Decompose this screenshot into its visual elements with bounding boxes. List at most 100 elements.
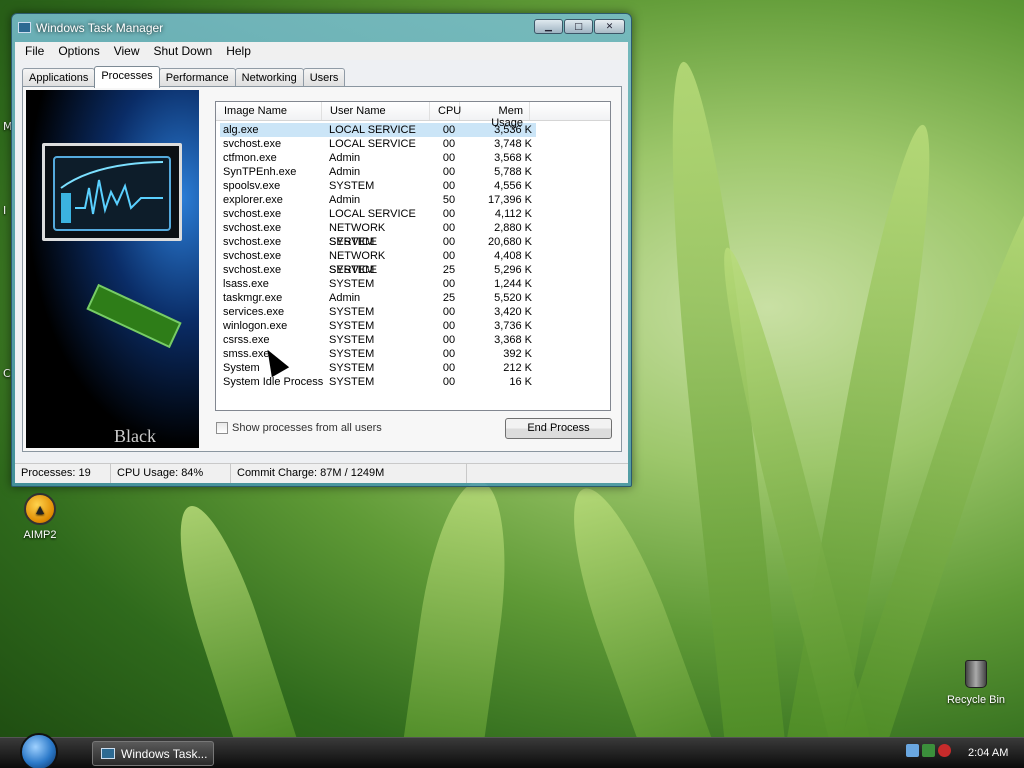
column-mem-usage[interactable]: Mem Usage (460, 102, 530, 129)
taskbar: Windows Task... 2:04 AM (0, 733, 1024, 768)
tab-performance[interactable]: Performance (158, 68, 236, 87)
security-icon[interactable] (922, 744, 935, 757)
ram-module-icon (86, 283, 182, 349)
menu-shut-down[interactable]: Shut Down (147, 42, 220, 60)
table-cell: SYSTEM (329, 264, 375, 276)
window-title: Windows Task Manager (36, 21, 164, 35)
table-row[interactable]: services.exe SYSTEM 00 3,420 K (220, 305, 536, 319)
table-cell: 3,420 K (494, 306, 532, 318)
table-cell: taskmgr.exe (223, 292, 283, 304)
table-row[interactable]: taskmgr.exe Admin 25 5,520 K (220, 291, 536, 305)
menu-view[interactable]: View (107, 42, 147, 60)
title-bar[interactable]: Windows Task Manager ▁ □ ✕ (12, 14, 631, 42)
menu-file[interactable]: File (18, 42, 51, 60)
table-cell: SYSTEM (329, 180, 375, 192)
table-cell: 00 (442, 138, 456, 150)
task-manager-icon (18, 22, 31, 33)
table-cell: svchost.exe (223, 222, 282, 234)
table-cell: NETWORK SERVICE (329, 250, 386, 276)
table-cell: 4,556 K (494, 180, 532, 192)
table-row[interactable]: svchost.exe NETWORK SERVICE 00 2,880 K (220, 221, 536, 248)
table-cell: 3,368 K (494, 334, 532, 346)
table-cell: svchost.exe (223, 250, 282, 262)
minimize-button[interactable]: ▁ (534, 19, 563, 34)
table-row[interactable]: explorer.exe Admin 50 17,396 K (220, 193, 536, 207)
table-cell: System Idle Process (223, 376, 324, 388)
task-manager-icon (101, 748, 115, 759)
table-row[interactable]: SynTPEnh.exe Admin 00 5,788 K (220, 165, 536, 179)
app-tray-icon[interactable] (938, 744, 951, 757)
table-cell: 00 (442, 180, 456, 192)
table-row[interactable]: winlogon.exe SYSTEM 00 3,736 K (220, 319, 536, 333)
table-row[interactable]: System Idle Process SYSTEM 00 16 K (220, 375, 536, 389)
column-cpu[interactable]: CPU (430, 102, 461, 120)
column-image-name[interactable]: Image Name (216, 102, 322, 120)
table-cell: SYSTEM (329, 376, 375, 388)
table-cell: SYSTEM (329, 278, 375, 290)
network-icon[interactable] (906, 744, 919, 757)
table-cell: 00 (442, 306, 456, 318)
side-artwork: Black Edition (26, 90, 199, 448)
monitor-graphic-icon (42, 143, 182, 241)
table-cell: 00 (442, 208, 456, 220)
tab-networking[interactable]: Networking (234, 68, 304, 87)
table-cell: 00 (442, 376, 456, 388)
table-row[interactable]: svchost.exe LOCAL SERVICE 00 3,748 K (220, 137, 536, 151)
table-cell: Admin (329, 194, 361, 206)
status-commit-charge: Commit Charge: 87M / 1249M (231, 464, 467, 483)
table-cell: 25 (442, 292, 456, 304)
start-button[interactable] (20, 733, 58, 768)
aimp-icon: ▲ (24, 493, 56, 525)
status-cpu-usage: CPU Usage: 84% (111, 464, 231, 483)
menu-help[interactable]: Help (219, 42, 258, 60)
table-cell: 00 (442, 166, 456, 178)
table-row[interactable]: svchost.exe LOCAL SERVICE 00 4,112 K (220, 207, 536, 221)
maximize-button[interactable]: □ (564, 19, 593, 34)
table-cell: 212 K (503, 362, 532, 374)
menu-options[interactable]: Options (51, 42, 106, 60)
table-cell: ctfmon.exe (223, 152, 277, 164)
show-all-label: Show processes from all users (232, 422, 382, 434)
tab-processes[interactable]: Processes (94, 66, 160, 88)
desktop-icon-recycle-bin[interactable]: Recycle Bin (942, 660, 1010, 706)
table-cell: SYSTEM (329, 334, 375, 346)
table-row[interactable]: csrss.exe SYSTEM 00 3,368 K (220, 333, 536, 347)
table-cell: Admin (329, 166, 361, 178)
show-all-checkbox[interactable] (216, 422, 228, 434)
table-cell: winlogon.exe (223, 320, 288, 332)
table-cell: Admin (329, 152, 361, 164)
table-cell: 1,244 K (494, 278, 532, 290)
table-row[interactable]: svchost.exe SYSTEM 25 5,296 K (220, 263, 536, 277)
tab-users[interactable]: Users (302, 68, 346, 87)
table-cell: 3,568 K (494, 152, 532, 164)
show-all-processes[interactable]: Show processes from all users (216, 422, 382, 434)
close-button[interactable]: ✕ (594, 19, 625, 34)
desktop-icon-label: Recycle Bin (946, 694, 1006, 706)
taskbar-button-task-manager[interactable]: Windows Task... (92, 741, 214, 766)
table-cell: LOCAL SERVICE (329, 124, 416, 136)
table-cell: 20,680 K (487, 236, 532, 248)
table-cell: Admin (329, 292, 361, 304)
table-cell: 16 K (509, 376, 532, 388)
table-row[interactable]: alg.exe LOCAL SERVICE 00 3,536 K (220, 123, 536, 137)
table-row[interactable]: lsass.exe SYSTEM 00 1,244 K (220, 277, 536, 291)
table-cell: 2,880 K (494, 222, 532, 234)
end-process-button[interactable]: End Process (505, 418, 612, 439)
tab-applications[interactable]: Applications (22, 68, 96, 87)
table-row[interactable]: ctfmon.exe Admin 00 3,568 K (220, 151, 536, 165)
table-cell: 3,536 K (494, 124, 532, 136)
table-row[interactable]: svchost.exe NETWORK SERVICE 00 4,408 K (220, 249, 536, 276)
desktop-edge-text: C (3, 367, 11, 380)
table-cell: svchost.exe (223, 208, 282, 220)
desktop-icon-aimp2[interactable]: ▲ AIMP2 (14, 493, 66, 541)
clock[interactable]: 2:04 AM (968, 747, 1008, 759)
table-cell: svchost.exe (223, 264, 282, 276)
table-cell: SYSTEM (329, 306, 375, 318)
column-user-name[interactable]: User Name (322, 102, 430, 120)
table-cell: 00 (442, 222, 456, 234)
table-row[interactable]: spoolsv.exe SYSTEM 00 4,556 K (220, 179, 536, 193)
table-cell: SynTPEnh.exe (223, 166, 297, 178)
recycle-bin-icon (965, 660, 987, 688)
table-cell: svchost.exe (223, 236, 282, 248)
table-row[interactable]: svchost.exe SYSTEM 00 20,680 K (220, 235, 536, 249)
